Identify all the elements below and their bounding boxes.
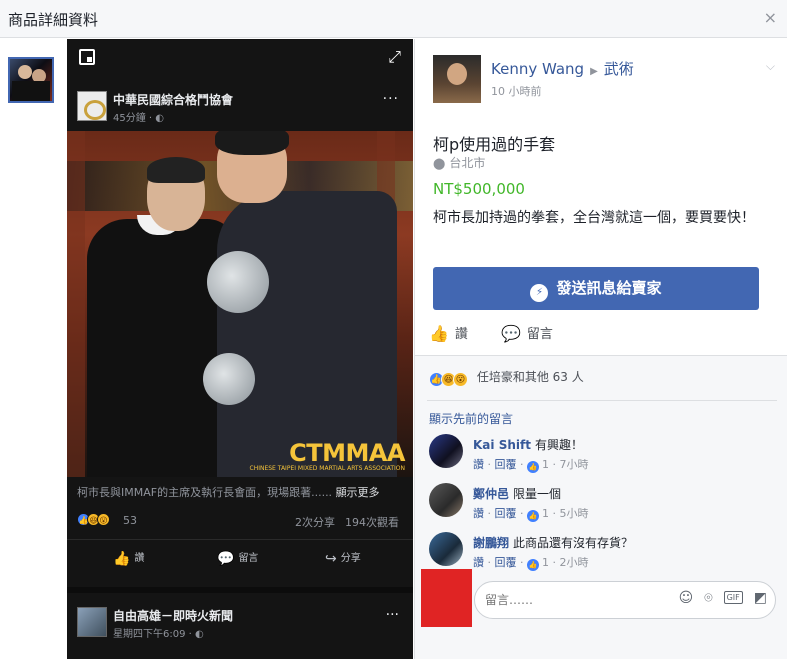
- comment-like-link[interactable]: 讚: [473, 507, 484, 520]
- comment-input[interactable]: [485, 591, 635, 609]
- boxing-glove: [203, 353, 255, 405]
- comment-item: 謝鵬翔 此商品還有沒有存貨？ 讚 · 回覆 · 👍 1 · 2小時: [429, 532, 779, 576]
- wow-reaction-icon: 😮: [453, 372, 468, 387]
- post-reactions-bar: 👍😆 😮 53 2次分享 194次觀看: [77, 513, 407, 529]
- expand-icon[interactable]: ⤢: [388, 47, 401, 67]
- comment-reply-link[interactable]: 回覆: [495, 507, 517, 520]
- next-embedded-post: 自由高雄－即時火新聞 星期四下午6:09 · ◐ ···: [67, 587, 413, 659]
- listing-category[interactable]: 武術: [604, 60, 634, 78]
- seller-avatar[interactable]: [433, 55, 481, 103]
- listing-actions: 👍 讚 💬 留言: [429, 323, 769, 345]
- commenter-avatar[interactable]: [429, 532, 463, 566]
- reaction-count: 53: [123, 514, 137, 527]
- like-reaction-icon: 👍: [527, 559, 539, 571]
- comment-time[interactable]: 2小時: [560, 556, 589, 569]
- comment-button[interactable]: 💬 留言: [501, 323, 553, 343]
- comment-item: 鄭仲邑 限量一個 讚 · 回覆 · 👍 1 · 5小時: [429, 483, 779, 527]
- post-actions: 👍 讚 💬 留言 ↪ 分享: [67, 539, 413, 569]
- dialog-title: 商品詳細資料: [8, 11, 99, 29]
- like-icon: 👍: [429, 324, 449, 343]
- like-button[interactable]: 👍 讚: [429, 323, 468, 343]
- emoji-icon[interactable]: ☺: [679, 590, 694, 606]
- embedded-post-header: 中華民國綜合格鬥協會 45分鐘 · ◐ ···: [77, 91, 403, 127]
- gif-icon[interactable]: GIF: [723, 591, 743, 604]
- comment-like-count: 1: [542, 507, 549, 520]
- commenter-name[interactable]: Kai Shift: [473, 438, 531, 452]
- post-time: 45分鐘 · ◐: [113, 113, 164, 124]
- wow-reaction-icon: 😮: [97, 513, 110, 526]
- like-reaction-icon: 👍: [527, 461, 539, 473]
- comment-composer: ☺ ⌾ GIF ◩: [474, 581, 776, 619]
- thumbnail-strip: [0, 39, 66, 659]
- more-options-icon: ···: [382, 91, 399, 107]
- post-share-action: ↪ 分享: [325, 551, 361, 567]
- listing-price: NT$500,000: [433, 180, 525, 198]
- comment-icon: 💬: [217, 551, 235, 567]
- comment-time[interactable]: 5小時: [560, 507, 589, 520]
- arrow-right-icon: ▶: [590, 66, 598, 77]
- page-avatar: [77, 607, 107, 637]
- minimize-icon[interactable]: [79, 49, 95, 65]
- listing-description: 柯市長加持過的拳套，全台灣就這一個，要買要快！: [433, 210, 755, 226]
- seller-name[interactable]: Kenny Wang: [491, 60, 584, 78]
- dialog-titlebar: 商品詳細資料 ×: [0, 0, 787, 38]
- comment-like-count: 1: [542, 458, 549, 471]
- product-image-viewer: ⤢ 中華民國綜合格鬥協會 45分鐘 · ◐ ··· CTMMAA CHINESE…: [67, 39, 413, 659]
- share-count: 2次分享: [295, 516, 335, 529]
- boxing-glove: [207, 251, 269, 313]
- reaction-icons: 👍😆 😮: [77, 513, 110, 526]
- like-reaction-icon: 👍: [527, 510, 539, 522]
- post-comment-action: 💬 留言: [217, 551, 259, 567]
- commenter-avatar[interactable]: [429, 434, 463, 468]
- comment-like-count: 1: [542, 556, 549, 569]
- view-count: 194次觀看: [345, 516, 399, 529]
- listing-details-panel: Kenny Wang ▶ 武術 10 小時前 ⌵ 柯p使用過的手套 ⬤ 台北市 NT$…: [414, 39, 787, 659]
- camera-icon[interactable]: ⌾: [704, 590, 712, 606]
- redacted-avatar: [421, 569, 472, 627]
- post-caption: 柯市長與IMMAF的主席及執行長會面，現場跟著...... 顯示更多: [77, 485, 407, 501]
- commenter-name[interactable]: 謝鵬翔: [473, 536, 509, 550]
- watermark-logo: CTMMAA: [289, 439, 405, 467]
- more-options-icon: ···: [385, 607, 399, 623]
- comment-reply-link[interactable]: 回覆: [495, 458, 517, 471]
- commenter-name[interactable]: 鄭仲邑: [473, 487, 509, 501]
- listing-location: ⬤ 台北市: [433, 156, 486, 170]
- listing-time[interactable]: 10 小時前: [491, 83, 542, 99]
- next-page-name: 自由高雄－即時火新聞: [113, 609, 234, 623]
- seller-header: Kenny Wang ▶ 武術 10 小時前 ⌵: [433, 55, 783, 103]
- comment-icon: 💬: [501, 324, 521, 343]
- product-thumbnail[interactable]: [8, 57, 54, 103]
- page-name: 中華民國綜合格鬥協會: [113, 93, 234, 107]
- next-post-time: 星期四下午6:09 · ◐: [113, 629, 204, 640]
- show-previous-comments-link[interactable]: 顯示先前的留言: [429, 410, 513, 427]
- sticker-icon[interactable]: ◩: [754, 590, 767, 606]
- messenger-icon: ⚡: [530, 284, 549, 302]
- likes-summary[interactable]: 👍 😆 😮 任培豪和其他 63 人: [429, 368, 584, 387]
- comment-text: 此商品還有沒有存貨？: [513, 536, 634, 550]
- share-icon: ↪: [325, 551, 337, 567]
- page-avatar: [77, 91, 107, 121]
- listing-title: 柯p使用過的手套: [433, 135, 556, 154]
- watermark-subtitle: CHINESE TAIPEI MIXED MARTIAL ARTS ASSOCI…: [249, 465, 406, 472]
- comment-item: Kai Shift 有興趣！ 讚 · 回覆 · 👍 1 · 7小時: [429, 434, 779, 478]
- commenter-avatar[interactable]: [429, 483, 463, 517]
- comment-like-link[interactable]: 讚: [473, 458, 484, 471]
- location-pin-icon: ⬤: [433, 157, 446, 170]
- comment-time[interactable]: 7小時: [560, 458, 589, 471]
- message-seller-button[interactable]: ⚡ 發送訊息給賣家: [433, 267, 759, 310]
- comment-text: 限量一個: [513, 487, 562, 501]
- post-photo: CTMMAA CHINESE TAIPEI MIXED MARTIAL ARTS…: [67, 131, 413, 477]
- comment-text: 有興趣！: [534, 438, 583, 452]
- post-like-action: 👍 讚: [113, 551, 145, 567]
- caption-text: 柯市長與IMMAF的主席及執行長會面，現場跟著......: [77, 486, 333, 499]
- like-icon: 👍: [113, 551, 131, 567]
- see-more-link: 顯示更多: [335, 486, 380, 499]
- comment-reply-link[interactable]: 回覆: [495, 556, 517, 569]
- close-icon[interactable]: ×: [764, 8, 777, 27]
- comment-like-link[interactable]: 讚: [473, 556, 484, 569]
- chevron-down-icon[interactable]: ⌵: [766, 59, 775, 74]
- message-seller-label: 發送訊息給賣家: [556, 279, 662, 297]
